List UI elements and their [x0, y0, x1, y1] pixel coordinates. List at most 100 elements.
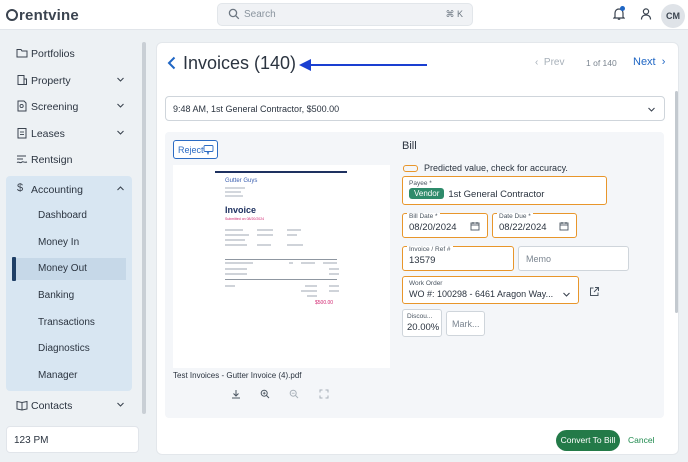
page-title: Invoices (140) [183, 53, 297, 73]
search-icon [228, 8, 240, 20]
user-menu-button[interactable] [640, 7, 652, 24]
search-placeholder: Search [244, 9, 276, 20]
sidebar-subitem-diagnostics[interactable]: Diagnostics [6, 338, 132, 360]
thumbs-down-icon [203, 145, 214, 155]
search-input[interactable]: Search ⌘ K [217, 3, 473, 26]
markup-placeholder: Mark... [452, 319, 480, 329]
page-info: 1 of 140 [586, 58, 617, 68]
reject-label: Reject [178, 145, 204, 155]
preview-subheading: Submitted on 08/20/2024 [225, 217, 265, 221]
invoice-panel: Invoices (140) ‹ Prev 1 of 140 Next › 9:… [156, 42, 679, 455]
invoice-preview[interactable]: Gutter Guys Invoice Submitted on 08/20/2… [173, 165, 390, 368]
sidebar-item-accounting[interactable]: $ Accounting [0, 179, 140, 201]
chevron-down-icon [117, 77, 124, 82]
markup-field[interactable]: Mark... [446, 311, 485, 336]
cancel-button[interactable]: Cancel [628, 435, 654, 445]
signature-icon [16, 155, 28, 164]
sidebar-item-portfolios[interactable]: Portfolios [0, 43, 140, 65]
sidebar-item-label: Rentsign [31, 154, 73, 166]
calendar-icon[interactable] [559, 221, 569, 231]
sidebar-subitem-money-in[interactable]: Money In [6, 232, 132, 254]
avatar[interactable]: CM [661, 4, 685, 28]
chevron-up-icon [117, 186, 124, 191]
chevron-down-icon [648, 107, 655, 112]
back-chevron-icon[interactable] [165, 55, 179, 71]
preview-line [287, 234, 297, 236]
fullscreen-icon[interactable] [319, 389, 329, 399]
discount-field[interactable]: Discou... 20.00% [402, 309, 442, 337]
preview-line [329, 273, 339, 275]
chevron-down-icon [117, 130, 124, 135]
invoice-ref-label: Invoice / Ref # [407, 246, 453, 253]
preview-line [307, 295, 317, 297]
calendar-icon[interactable] [470, 221, 480, 231]
sidebar-item-label: Screening [31, 101, 79, 113]
chevron-down-icon [117, 103, 124, 108]
document-search-icon [17, 100, 27, 112]
sidebar-subitem-money-out[interactable]: Money Out [12, 258, 126, 280]
notification-dot [620, 6, 625, 11]
preview-line [225, 285, 235, 287]
preview-line [257, 234, 273, 236]
subitem-label: Transactions [38, 317, 95, 328]
sidebar-item-label: Leases [31, 128, 65, 140]
sidebar-item-property[interactable]: Property [0, 70, 140, 92]
download-icon[interactable] [231, 389, 241, 399]
sidebar-item-leases[interactable]: Leases [0, 123, 140, 145]
sidebar-subitem-dashboard[interactable]: Dashboard [6, 205, 132, 227]
clipboard-icon [17, 128, 27, 139]
predicted-legend-swatch [403, 165, 418, 172]
memo-field[interactable]: Memo [518, 246, 629, 271]
panel-scrollbar[interactable] [675, 91, 678, 313]
sidebar-item-label: Accounting [31, 184, 83, 196]
predicted-note: Predicted value, check for accuracy. [424, 163, 568, 173]
subitem-label: Money In [38, 237, 80, 248]
preview-line [301, 290, 317, 292]
sidebar-subitem-banking[interactable]: Banking [6, 285, 132, 307]
annotation-arrow-icon [299, 59, 427, 71]
work-order-value: WO #: 100298 - 6461 Aragon Way... [409, 289, 554, 299]
chevron-right-icon: › [661, 56, 666, 68]
sidebar-item-label: Portfolios [31, 48, 75, 60]
preview-line [257, 244, 271, 246]
due-date-label: Date Due * [497, 213, 533, 220]
due-date-field[interactable]: Date Due * 08/22/2024 [492, 213, 577, 238]
payee-field[interactable]: Payee * Vendor 1st General Contractor [402, 176, 607, 205]
sidebar-item-rentsign[interactable]: Rentsign [0, 149, 140, 171]
sidebar-subitem-transactions[interactable]: Transactions [6, 312, 132, 334]
transaction-select[interactable]: 9:48 AM, 1st General Contractor, $500.00 [165, 96, 665, 121]
top-bar: rentvine Search ⌘ K CM [0, 0, 688, 30]
zoom-out-icon[interactable] [289, 389, 299, 399]
discount-label: Discou... [407, 313, 433, 320]
book-icon [16, 400, 28, 411]
sidebar-subitem-manager[interactable]: Manager [6, 365, 132, 387]
notifications-button[interactable] [612, 6, 626, 24]
memo-placeholder: Memo [526, 254, 552, 264]
next-button[interactable]: Next › [633, 56, 665, 68]
sidebar-footer-box[interactable]: 123 PM [6, 426, 139, 453]
sidebar: Portfolios Property Screening Leases Ren… [0, 31, 148, 462]
bill-date-field[interactable]: Bill Date * 08/20/2024 [402, 213, 488, 238]
preview-line [225, 234, 249, 236]
prev-button[interactable]: ‹ Prev [535, 57, 564, 68]
subitem-label: Banking [38, 290, 75, 301]
sidebar-item-contacts[interactable]: Contacts [0, 395, 140, 417]
sidebar-scrollbar[interactable] [142, 42, 146, 414]
reject-button[interactable]: Reject [173, 140, 218, 159]
invoice-ref-field[interactable]: Invoice / Ref # 13579 [402, 246, 514, 271]
due-date-value: 08/22/2024 [499, 222, 547, 233]
work-order-select[interactable]: Work Order WO #: 100298 - 6461 Aragon Wa… [402, 276, 579, 304]
preview-line [225, 262, 253, 264]
convert-to-bill-button[interactable]: Convert To Bill [556, 430, 620, 451]
logo-mark-icon [6, 9, 18, 21]
invoice-ref-value: 13579 [409, 255, 436, 266]
preview-line [225, 244, 247, 246]
sidebar-item-screening[interactable]: Screening [0, 96, 140, 118]
subitem-label: Manager [38, 370, 78, 381]
payee-label: Payee * [409, 180, 432, 187]
preview-total: $500.00 [315, 300, 334, 306]
external-link-icon[interactable] [589, 286, 600, 297]
app-logo[interactable]: rentvine [6, 7, 79, 24]
zoom-in-icon[interactable] [260, 389, 270, 399]
payee-value-wrap: Vendor 1st General Contractor [409, 188, 544, 200]
